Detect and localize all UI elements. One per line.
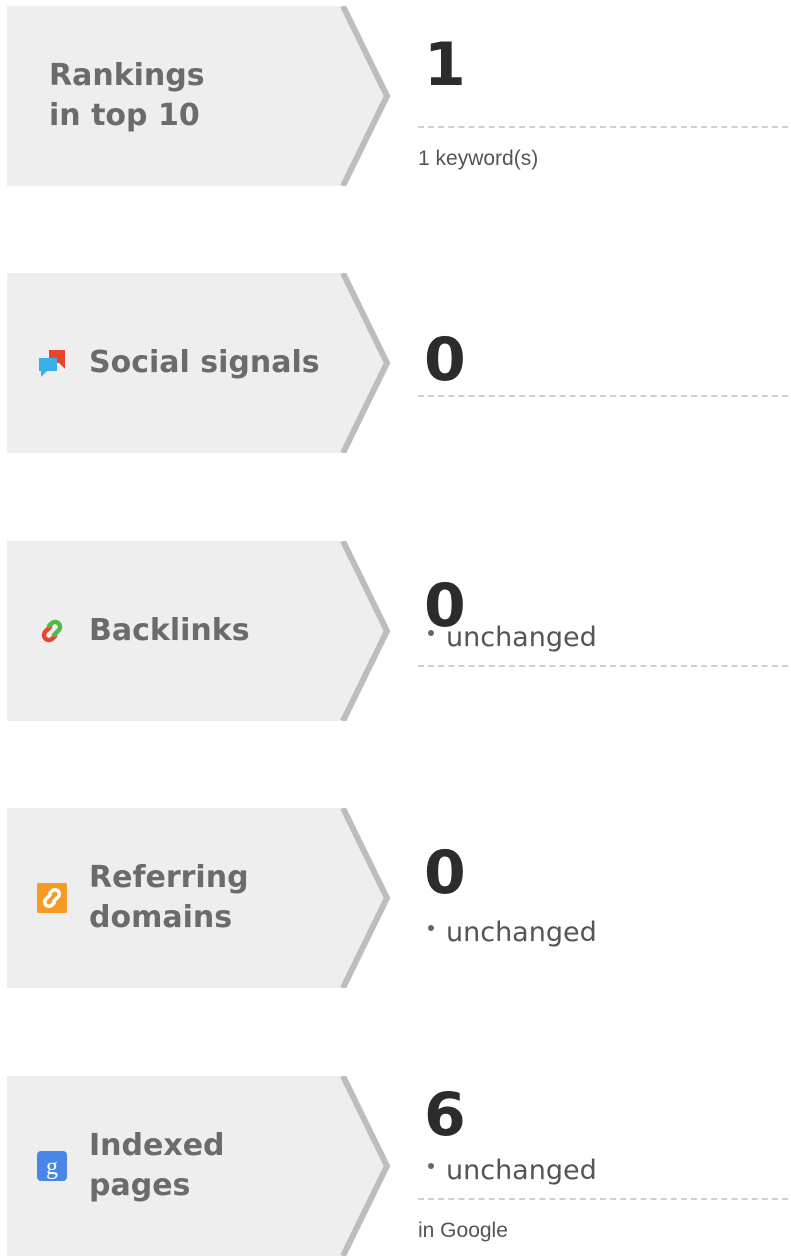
metric-value-area: 1 1 keyword(s) xyxy=(418,6,788,186)
metric-value-area: 0 xyxy=(418,273,788,453)
svg-text:g: g xyxy=(46,1154,58,1180)
change-indicator: unchanged xyxy=(428,621,597,655)
metric-tab: Referring domains xyxy=(7,808,393,988)
metric-label: Indexed pages xyxy=(89,1128,225,1203)
metric-subtext: in Google xyxy=(418,1219,508,1242)
metric-rankings: Rankings in top 10 1 1 keyword(s) xyxy=(0,6,791,186)
metric-value-area: 6 unchanged in Google xyxy=(418,1076,788,1256)
metric-tab: g Indexed pages xyxy=(7,1076,393,1256)
domain-link-icon xyxy=(37,883,67,913)
dashed-divider xyxy=(418,395,788,397)
change-indicator: unchanged xyxy=(428,916,597,950)
metric-value: 6 xyxy=(424,1080,466,1150)
metric-backlinks: Backlinks 0 unchanged xyxy=(0,541,791,721)
metric-subtext: 1 keyword(s) xyxy=(418,147,539,170)
chat-bubbles-icon xyxy=(37,348,67,378)
metric-value-area: 0 unchanged xyxy=(418,541,788,721)
change-text: unchanged xyxy=(446,917,597,948)
metric-value: 0 xyxy=(424,838,466,908)
bullet-dot-icon xyxy=(428,1162,434,1169)
metric-label: Backlinks xyxy=(89,613,250,648)
metric-referring-domains: Referring domains 0 unchanged xyxy=(0,808,791,988)
metric-tab: Social signals xyxy=(7,273,393,453)
metric-indexed-pages: g Indexed pages 6 unchanged in Google xyxy=(0,1076,791,1256)
metric-tab: Backlinks xyxy=(7,541,393,721)
change-text: unchanged xyxy=(446,622,597,653)
dashed-divider xyxy=(418,126,788,128)
dashed-divider xyxy=(418,1198,788,1200)
metric-label: Rankings in top 10 xyxy=(49,58,205,133)
google-icon: g xyxy=(37,1151,67,1181)
metric-value: 0 xyxy=(424,325,466,395)
metric-value: 1 xyxy=(424,30,466,100)
metric-label: Social signals xyxy=(89,345,320,380)
metric-value-area: 0 unchanged xyxy=(418,808,788,988)
change-text: unchanged xyxy=(446,1155,597,1186)
bullet-dot-icon xyxy=(428,629,434,636)
link-icon xyxy=(37,616,67,646)
metric-label: Referring domains xyxy=(89,860,249,935)
metric-tab: Rankings in top 10 xyxy=(7,6,393,186)
metric-social-signals: Social signals 0 xyxy=(0,273,791,453)
change-indicator: unchanged xyxy=(428,1154,597,1188)
dashed-divider xyxy=(418,665,788,667)
bullet-dot-icon xyxy=(428,924,434,931)
